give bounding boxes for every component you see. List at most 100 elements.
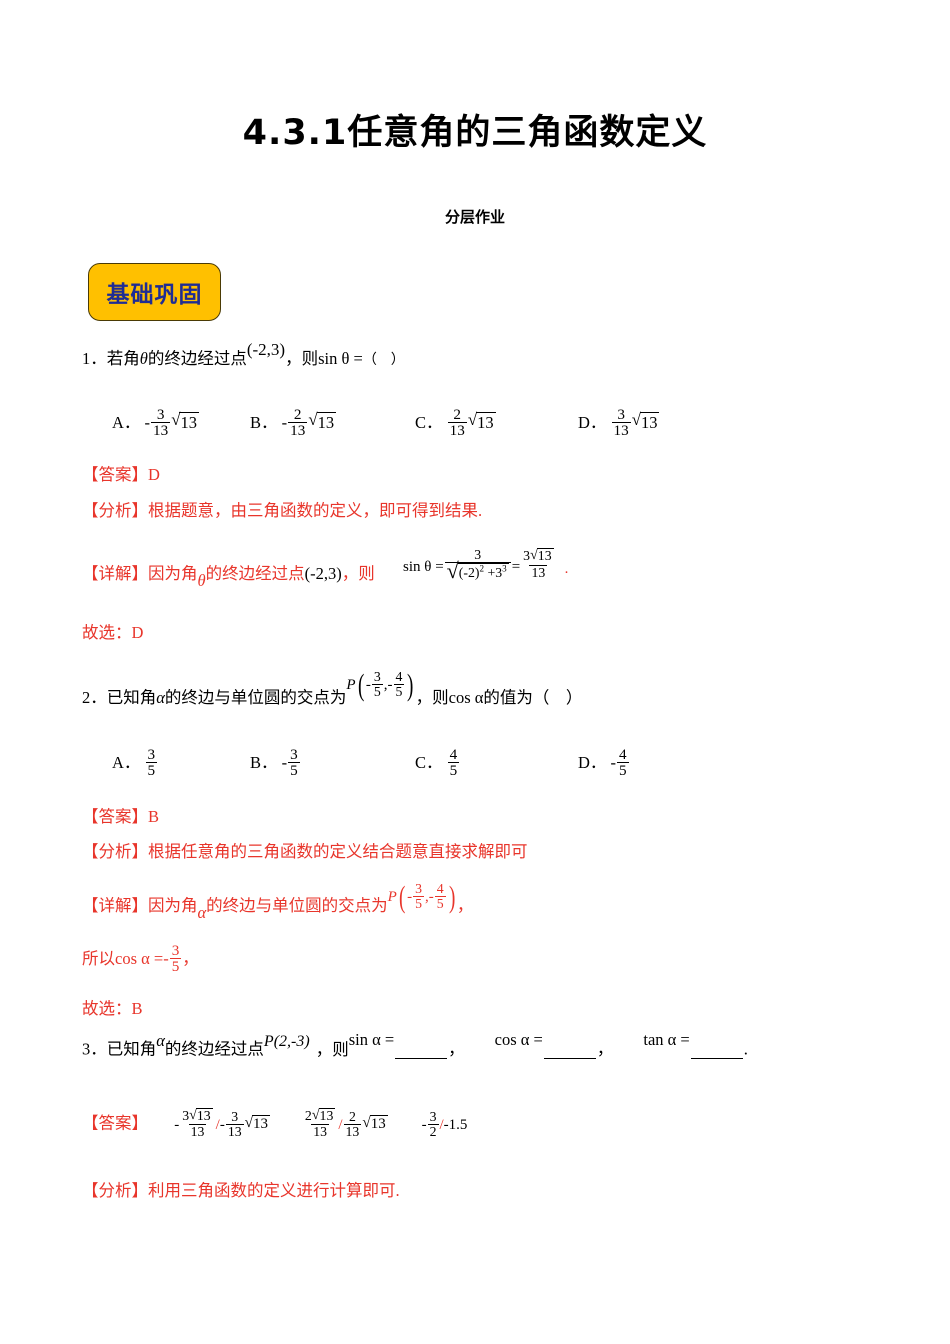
sqrt-icon: √ 13 bbox=[171, 410, 199, 433]
answer-sign: - bbox=[421, 1116, 427, 1133]
question-2-stem-prefix: 已知角 bbox=[106, 688, 157, 707]
question-2-expression: cos α bbox=[448, 688, 484, 707]
analysis-label: 【分析】 bbox=[82, 842, 148, 861]
question-1-point: (-2,3) bbox=[246, 340, 286, 359]
question-2-option-a[interactable]: A． 35 bbox=[112, 747, 158, 780]
formula-period: . bbox=[564, 560, 569, 577]
option-letter: C． bbox=[415, 752, 443, 772]
question-1-analysis: 【分析】根据题意，由三角函数的定义，即可得到结果. bbox=[82, 501, 483, 520]
question-1-option-b[interactable]: B． -2 13 √ 13 bbox=[250, 406, 337, 440]
answer-alt-fraction: 3 13 bbox=[225, 1108, 244, 1139]
section-badge: 基础巩固 bbox=[88, 263, 221, 321]
option-letter: D． bbox=[578, 412, 607, 432]
detail-line2-expression: cos α =- bbox=[115, 948, 169, 968]
answer-fraction: 2 √ 13 13 bbox=[303, 1107, 337, 1139]
sqrt-icon: √ 13 bbox=[311, 1107, 336, 1124]
question-2-option-c[interactable]: C． 45 bbox=[415, 746, 460, 780]
sqrt-icon: √ 13 bbox=[244, 1114, 271, 1133]
question-3-blank-2[interactable] bbox=[543, 1042, 596, 1059]
question-1-option-c[interactable]: C． 2 13 √ 13 bbox=[415, 406, 496, 440]
question-3-stem-comma: ，则 bbox=[315, 1039, 349, 1059]
detail-tail-comma: ， bbox=[456, 896, 474, 915]
option-sign: - bbox=[610, 752, 617, 772]
paren-group: (-3 5 ,- 4 5) bbox=[398, 879, 455, 914]
answer-frac-num: 2 √ 13 bbox=[304, 1107, 336, 1124]
option-fraction: 3 13 bbox=[151, 406, 171, 440]
answer-alt-sign: - bbox=[219, 1116, 225, 1133]
detail-label: 【详解】 bbox=[82, 896, 148, 915]
detail-variable: α bbox=[197, 903, 207, 922]
detail-text-c: ，则 bbox=[341, 564, 375, 583]
question-3-stem-mid: 的终边经过点 bbox=[164, 1039, 264, 1059]
question-3-stem: 3．已知角α的终边经过点P(2,-3) ，则sin α = ， cos α = ， tan… bbox=[82, 1030, 748, 1059]
question-2-answer: 【答案】B bbox=[82, 807, 160, 826]
formula-radicand: (-2)2 +33 bbox=[457, 563, 509, 580]
question-2-detail-line2: 所以cos α =- 3 5， bbox=[82, 942, 199, 976]
formula-fraction-2: 3 √ 13 13 bbox=[521, 547, 555, 579]
sqrt-icon: √ 13 bbox=[467, 410, 496, 433]
choose-label: 故选： bbox=[82, 623, 132, 642]
question-1-option-a[interactable]: A． -3 13 √ 13 bbox=[112, 406, 199, 440]
question-3-variable: α bbox=[156, 1030, 165, 1050]
answer-value: B bbox=[148, 807, 160, 826]
question-3-answer-part-3: -3 2/-1.5 bbox=[421, 1109, 468, 1138]
detail-text-a: 因为角 bbox=[148, 896, 198, 915]
answer-fraction: 32 bbox=[427, 1108, 439, 1139]
question-2-analysis: 【分析】根据任意角的三角函数的定义结合题意直接求解即可 bbox=[82, 842, 528, 861]
question-1-detail-formula: sin θ = 3 √ (-2)2 +33 = 3 √ 13 13. bbox=[403, 545, 569, 581]
answer-alt-text: -1.5 bbox=[443, 1116, 468, 1133]
option-letter: B． bbox=[250, 752, 278, 772]
question-3-number: 3． bbox=[82, 1039, 107, 1059]
question-3-blank-1[interactable] bbox=[395, 1042, 448, 1059]
question-2-variable: α bbox=[156, 688, 165, 707]
option-sign: - bbox=[281, 752, 288, 772]
question-1-stem-comma: ，则 bbox=[285, 349, 319, 368]
answer-slash: / bbox=[338, 1116, 343, 1133]
option-letter: A． bbox=[112, 412, 141, 432]
answer-value: D bbox=[148, 465, 160, 484]
question-3-expr-1: sin α = bbox=[348, 1029, 395, 1049]
question-1-number: 1． bbox=[82, 349, 107, 368]
question-3-sep-1: ， bbox=[448, 1039, 465, 1059]
question-2-option-b[interactable]: B． -35 bbox=[250, 747, 301, 780]
analysis-text: 根据任意角的三角函数的定义结合题意直接求解即可 bbox=[148, 842, 528, 861]
option-letter: C． bbox=[415, 412, 443, 432]
option-fraction: 45 bbox=[447, 746, 460, 780]
question-1-option-d[interactable]: D． 3 13 √ 13 bbox=[578, 407, 660, 440]
detail-text-b: 的终边经过点 bbox=[205, 564, 305, 583]
formula-equals: = bbox=[511, 558, 521, 575]
choose-value: D bbox=[131, 623, 144, 642]
choose-label: 故选： bbox=[82, 999, 132, 1018]
question-3-expr-3: tan α = bbox=[643, 1029, 690, 1049]
question-2-stem-mid: 的终边与单位圆的交点为 bbox=[164, 688, 347, 707]
question-3-blank-3[interactable] bbox=[690, 1042, 743, 1059]
option-letter: D． bbox=[578, 752, 607, 772]
question-3-sep-2: ， bbox=[596, 1039, 614, 1059]
question-3-answer-part-1: -3 √ 13 13/- 3 13 √ 13 bbox=[174, 1108, 274, 1139]
document-page: 4.3.1任意角的三角函数定义 分层作业 基础巩固 1．若角θ的终边经过点(-2… bbox=[0, 0, 950, 1344]
answer-sign: - bbox=[174, 1116, 180, 1133]
answer-label: 【答案】 bbox=[82, 807, 148, 826]
option-fraction: 2 13 bbox=[288, 406, 308, 440]
detail-variable: θ bbox=[197, 571, 206, 590]
option-letter: B． bbox=[250, 412, 278, 432]
sqrt-icon: √ 13 bbox=[631, 410, 660, 433]
detail-line2-comma: ， bbox=[182, 948, 199, 968]
analysis-label: 【分析】 bbox=[82, 501, 148, 520]
analysis-text: 根据题意，由三角函数的定义，即可得到结果. bbox=[148, 501, 483, 520]
question-2-number: 2． bbox=[82, 688, 107, 707]
detail-line2-fraction: 35 bbox=[169, 942, 182, 976]
question-3-analysis: 【分析】利用三角函数的定义进行计算即可. bbox=[82, 1181, 400, 1200]
question-2-choose: 故选：B bbox=[82, 999, 143, 1018]
option-fraction: 2 13 bbox=[447, 406, 467, 440]
analysis-text: 利用三角函数的定义进行计算即可. bbox=[148, 1181, 400, 1200]
question-2-point: P(-3 5 ,- 4 5) bbox=[346, 667, 414, 702]
question-2-option-d[interactable]: D． -45 bbox=[578, 747, 630, 780]
sqrt-icon: √ 13 bbox=[362, 1114, 388, 1133]
detail-label: 【详解】 bbox=[82, 564, 148, 583]
page-subtitle: 分层作业 bbox=[444, 208, 505, 226]
detail-text-b: 的终边与单位圆的交点为 bbox=[206, 896, 388, 915]
question-2-detail-line1: 【详解】因为角α的终边与单位圆的交点为P(-3 5 ,- 4 5)， bbox=[82, 881, 474, 922]
formula-frac2-num: 3 √ 13 bbox=[523, 547, 554, 564]
answer-label: 【答案】 bbox=[82, 1113, 148, 1133]
